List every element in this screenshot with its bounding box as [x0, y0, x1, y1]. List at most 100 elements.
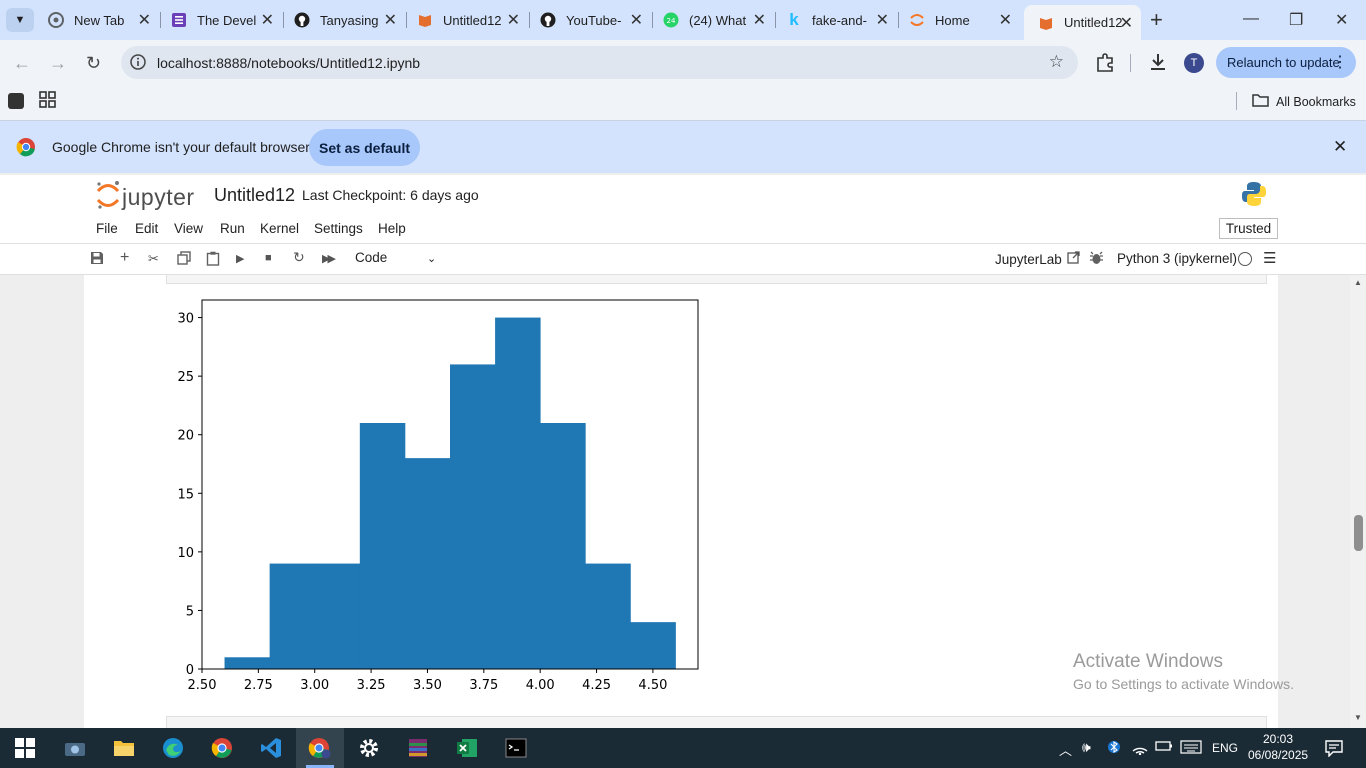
settings-gear-icon[interactable] [356, 736, 382, 760]
code-cell-above[interactable] [166, 275, 1267, 284]
x-tick-label: 3.75 [469, 678, 498, 693]
scroll-down-arrow[interactable]: ▼ [1354, 713, 1362, 722]
tab-the-devel[interactable]: The Devel ✕ [157, 5, 282, 35]
save-icon[interactable] [90, 251, 104, 268]
all-bookmarks-button[interactable]: All Bookmarks [1252, 93, 1356, 110]
restore-icon[interactable]: ❐ [1289, 10, 1303, 30]
profile-avatar[interactable]: T [1184, 53, 1204, 73]
tray-overflow-chevron-icon[interactable]: ︿ [1059, 740, 1072, 759]
tab-whatsapp[interactable]: 24 (24) What ✕ [649, 5, 774, 35]
bookmarks-bar: All Bookmarks [0, 85, 1366, 121]
menu-help[interactable]: Help [378, 221, 406, 236]
edge-icon[interactable] [160, 736, 186, 760]
kernel-name[interactable]: Python 3 (ipykernel) [1117, 251, 1237, 266]
download-icon[interactable] [1148, 52, 1168, 77]
chrome-profile-taskbar-icon[interactable] [307, 736, 333, 760]
scrollbar-thumb[interactable] [1354, 515, 1363, 551]
close-tab-icon[interactable]: ✕ [1120, 13, 1133, 33]
copy-icon[interactable] [177, 251, 191, 268]
window-close-icon[interactable]: ✕ [1335, 10, 1348, 30]
network-icon[interactable] [1132, 739, 1148, 758]
hamburger-menu-icon[interactable]: ☰ [1263, 249, 1276, 267]
vscode-icon[interactable] [258, 736, 284, 760]
extensions-icon[interactable] [1095, 52, 1115, 77]
bookmark-star-icon[interactable]: ☆ [1049, 52, 1064, 72]
keyboard-icon[interactable] [1180, 740, 1202, 757]
paste-icon[interactable] [206, 251, 220, 269]
restart-icon[interactable]: ↻ [293, 249, 305, 266]
stop-icon[interactable]: ■ [265, 252, 272, 264]
volume-icon[interactable]: 🕪 [1082, 739, 1091, 756]
debugger-bug-icon[interactable] [1090, 251, 1103, 268]
tab-youtube[interactable]: YouTube- ✕ [526, 5, 651, 35]
run-icon[interactable]: ▶ [236, 252, 244, 265]
battery-icon[interactable] [1155, 740, 1173, 755]
close-tab-icon[interactable]: ✕ [630, 10, 643, 30]
notification-center-icon[interactable] [1325, 739, 1343, 760]
language-indicator[interactable]: ENG [1212, 741, 1238, 755]
jupyterlab-link[interactable]: JupyterLab [995, 251, 1080, 267]
winrar-icon[interactable] [405, 736, 431, 760]
cut-icon[interactable]: ✂ [148, 251, 159, 267]
tab-untitled12-active[interactable]: Untitled12 ✕ [1024, 5, 1141, 40]
file-explorer-icon[interactable] [111, 736, 137, 760]
close-tab-icon[interactable]: ✕ [876, 10, 889, 30]
close-tab-icon[interactable]: ✕ [138, 10, 151, 30]
scrollbar[interactable]: ▲ ▼ [1350, 275, 1366, 728]
terminal-icon[interactable] [503, 736, 529, 760]
menu-edit[interactable]: Edit [135, 221, 158, 236]
clock-time[interactable]: 20:03 [1263, 732, 1293, 746]
chrome-icon [48, 12, 64, 28]
reload-icon[interactable]: ↻ [86, 53, 101, 74]
excel-icon[interactable] [454, 736, 480, 760]
new-tab-button[interactable]: + [1150, 7, 1163, 33]
cell-type-select[interactable]: Code ⌄ [355, 250, 440, 270]
histogram-bar [404, 458, 451, 669]
tab-home[interactable]: Home ✕ [895, 5, 1020, 35]
site-info-icon[interactable] [129, 53, 147, 76]
tab-new-tab[interactable]: New Tab ✕ [34, 5, 159, 35]
minimize-icon[interactable]: — [1243, 10, 1259, 28]
close-tab-icon[interactable]: ✕ [261, 10, 274, 30]
menu-view[interactable]: View [174, 221, 203, 236]
notebook-title[interactable]: Untitled12 [214, 185, 295, 206]
menu-kernel[interactable]: Kernel [260, 221, 299, 236]
bluetooth-icon[interactable] [1108, 738, 1120, 759]
relaunch-to-update-button[interactable]: Relaunch to update ⋮ [1216, 47, 1356, 78]
windows-taskbar: ︿ 🕪 ENG 20:03 06/08/2025 [0, 728, 1366, 768]
github-icon [540, 12, 556, 28]
external-link-icon [1067, 251, 1080, 267]
clock-date[interactable]: 06/08/2025 [1248, 748, 1308, 762]
apps-grid-icon[interactable] [39, 91, 57, 114]
fast-forward-icon[interactable]: ▶▶ [322, 252, 336, 265]
app-square-icon[interactable] [8, 93, 24, 109]
jupyter-menu-bar: File Edit View Run Kernel Settings Help … [0, 214, 1366, 244]
x-tick-label: 4.00 [526, 678, 555, 693]
add-cell-icon[interactable]: + [120, 249, 129, 267]
menu-settings[interactable]: Settings [314, 221, 363, 236]
windows-start-icon[interactable] [12, 736, 38, 760]
trusted-indicator[interactable]: Trusted [1219, 218, 1278, 239]
address-bar[interactable]: localhost:8888/notebooks/Untitled12.ipyn… [121, 46, 1078, 79]
back-arrow-icon[interactable]: ← [13, 53, 31, 74]
jupyter-logo[interactable]: jupyter [95, 180, 195, 215]
close-infobar-icon[interactable]: ✕ [1333, 137, 1347, 157]
forward-arrow-icon[interactable]: → [49, 53, 67, 74]
more-menu-icon[interactable]: ⋮ [1332, 52, 1348, 72]
set-as-default-button[interactable]: Set as default [309, 129, 420, 166]
close-tab-icon[interactable]: ✕ [999, 10, 1012, 30]
menu-file[interactable]: File [96, 221, 118, 236]
menu-run[interactable]: Run [220, 221, 245, 236]
close-tab-icon[interactable]: ✕ [753, 10, 766, 30]
tab-search-button[interactable]: ▼ [6, 8, 34, 32]
close-tab-icon[interactable]: ✕ [384, 10, 397, 30]
tab-tanyasing[interactable]: Tanyasing ✕ [280, 5, 405, 35]
tab-fake-and[interactable]: k fake-and- ✕ [772, 5, 897, 35]
scroll-up-arrow[interactable]: ▲ [1354, 278, 1362, 287]
close-tab-icon[interactable]: ✕ [507, 10, 520, 30]
chrome-taskbar-icon[interactable] [209, 736, 235, 760]
code-cell-below[interactable] [166, 716, 1267, 728]
camera-app-icon[interactable] [62, 736, 88, 760]
y-tick-label: 25 [177, 370, 194, 385]
tab-untitled12[interactable]: Untitled12 ✕ [403, 5, 528, 35]
